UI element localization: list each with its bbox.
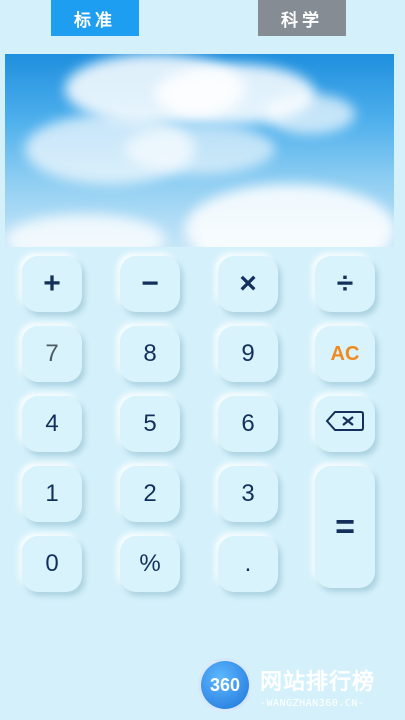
display-area bbox=[5, 54, 394, 247]
backspace-button[interactable] bbox=[315, 396, 375, 452]
digit-1-button[interactable]: 1 bbox=[22, 466, 82, 522]
multiply-button[interactable]: × bbox=[218, 256, 278, 312]
watermark-title: 网站排行榜 bbox=[260, 670, 376, 695]
subtract-button[interactable]: − bbox=[120, 256, 180, 312]
clear-button[interactable]: AC bbox=[315, 326, 375, 382]
watermark-url: -WANGZHAN360.CN- bbox=[260, 698, 365, 709]
watermark-logo: 360 bbox=[198, 658, 252, 712]
decimal-button[interactable]: . bbox=[218, 536, 278, 592]
digit-5-button[interactable]: 5 bbox=[120, 396, 180, 452]
divide-button[interactable]: ÷ bbox=[315, 256, 375, 312]
digit-9-button[interactable]: 9 bbox=[218, 326, 278, 382]
digit-3-button[interactable]: 3 bbox=[218, 466, 278, 522]
tab-standard[interactable]: 标准 bbox=[51, 0, 139, 36]
digit-4-button[interactable]: 4 bbox=[22, 396, 82, 452]
watermark: 360 网站排行榜 -WANGZHAN360.CN- bbox=[198, 656, 403, 718]
digit-0-button[interactable]: 0 bbox=[22, 536, 82, 592]
tab-scientific[interactable]: 科学 bbox=[258, 0, 346, 36]
equals-button[interactable]: = bbox=[315, 466, 375, 588]
add-button[interactable]: + bbox=[22, 256, 82, 312]
digit-8-button[interactable]: 8 bbox=[120, 326, 180, 382]
digit-6-button[interactable]: 6 bbox=[218, 396, 278, 452]
digit-7-button[interactable]: 7 bbox=[22, 326, 82, 382]
backspace-icon bbox=[325, 410, 365, 439]
digit-2-button[interactable]: 2 bbox=[120, 466, 180, 522]
percent-button[interactable]: % bbox=[120, 536, 180, 592]
